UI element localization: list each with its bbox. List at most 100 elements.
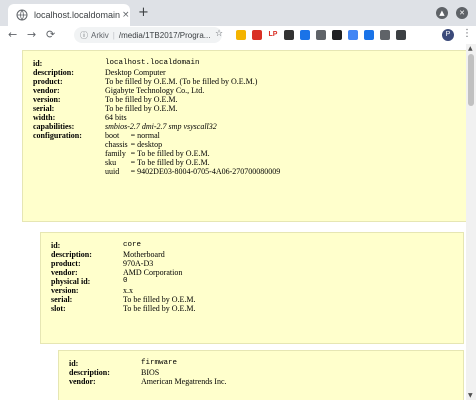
label-slot: slot:	[51, 304, 66, 313]
label-vendor: vendor:	[51, 268, 78, 277]
config-value: = desktop	[130, 140, 163, 149]
tab-localhost[interactable]: localhost.localdomain ×	[8, 4, 130, 26]
label-description: description:	[51, 250, 92, 259]
config-key: family	[105, 149, 126, 158]
forward-arrow-icon[interactable]: →	[27, 28, 36, 42]
root-description: Desktop Computer	[105, 68, 166, 77]
label-version: version:	[33, 95, 61, 104]
config-value: = To be filled by O.E.M.	[130, 149, 210, 158]
settings-ext-icon[interactable]	[396, 30, 406, 40]
globe-icon	[16, 9, 28, 21]
firmware-vendor: American Megatrends Inc.	[141, 377, 227, 386]
label-id: id:	[51, 241, 61, 250]
new-tab-button[interactable]: +	[138, 5, 149, 20]
reload-icon[interactable]: ⟳	[46, 28, 55, 42]
close-window-button[interactable]: ✕	[456, 7, 468, 19]
browser-toolbar: ← → ⟳ ⓘ Arkiv | /media/1TB2017/Progra...…	[0, 26, 476, 45]
label-capabilities: capabilities:	[33, 122, 75, 131]
tab-strip: localhost.localdomain × + ▲ ✕	[0, 0, 476, 26]
vertical-scrollbar[interactable]: ▲ ▼	[466, 44, 476, 400]
shield-icon[interactable]	[316, 30, 326, 40]
chevron-up-icon: ▲	[439, 9, 445, 17]
browser-window: localhost.localdomain × + ▲ ✕ ← → ⟳ ⓘ Ar…	[0, 0, 476, 400]
root-width: 64 bits	[105, 113, 127, 122]
node-core: id: core description: Motherboard product:…	[40, 232, 464, 344]
label-vendor: vendor:	[69, 377, 96, 386]
label-product: product:	[51, 259, 81, 268]
core-product: 970A-D3	[123, 259, 154, 268]
root-capabilities: smbios-2.7 dmi-2.7 smp vsyscall32	[105, 122, 217, 131]
close-tab-icon[interactable]: ×	[122, 10, 130, 20]
info-icon[interactable]: ⓘ	[80, 30, 88, 41]
config-key: boot	[105, 131, 120, 140]
extension-red-icon[interactable]	[252, 30, 262, 40]
label-vendor: vendor:	[33, 86, 60, 95]
lp-icon[interactable]: LP	[268, 30, 278, 40]
config-row: sku = To be filled by O.E.M.	[105, 158, 283, 167]
address-bar[interactable]: ⓘ Arkiv | /media/1TB2017/Progra...	[74, 27, 222, 43]
node-firmware: id: firmware description: BIOS vendor: Amer…	[58, 350, 464, 400]
label-id: id:	[33, 59, 43, 68]
node-core-table: id: core description: Motherboard product:…	[51, 241, 196, 313]
config-key: uuid	[105, 167, 120, 176]
config-row: boot = normal	[105, 131, 283, 140]
config-value: = 9402DE03-8004-0705-4A06-270700080009	[130, 167, 281, 176]
config-row: family = To be filled by O.E.M.	[105, 149, 283, 158]
core-description: Motherboard	[123, 250, 165, 259]
core-version: x.x	[123, 286, 133, 295]
omnibox-scheme-label: Arkiv	[91, 30, 109, 40]
config-table: boot = normal chassis = desktop family = To…	[105, 131, 283, 176]
root-version: To be filled by O.E.M.	[105, 95, 178, 104]
card-icon[interactable]	[332, 30, 342, 40]
label-product: product:	[33, 77, 63, 86]
firmware-id: firmware	[141, 359, 178, 367]
drive-icon[interactable]	[236, 30, 246, 40]
bookmark-star-icon[interactable]: ☆	[215, 29, 223, 39]
cloud-icon[interactable]	[348, 30, 358, 40]
label-id: id:	[69, 359, 79, 368]
core-serial: To be filled by O.E.M.	[123, 295, 196, 304]
omnibox-separator: |	[112, 30, 115, 40]
label-physical-id: physical id:	[51, 277, 91, 286]
config-row: uuid = 9402DE03-8004-0705-4A06-2707000800…	[105, 167, 283, 176]
root-vendor: Gigabyte Technology Co., Ltd.	[105, 86, 205, 95]
config-value: = To be filled by O.E.M.	[130, 158, 210, 167]
minimize-button[interactable]: ▲	[436, 7, 448, 19]
label-description: description:	[33, 68, 74, 77]
node-root-table: id: localhost.localdomain description: Des…	[33, 59, 283, 176]
url-text[interactable]: /media/1TB2017/Progra...	[119, 31, 211, 40]
page-viewport: id: localhost.localdomain description: Des…	[0, 44, 466, 400]
close-icon: ✕	[459, 9, 465, 17]
node-root: id: localhost.localdomain description: Des…	[22, 50, 466, 222]
firmware-description: BIOS	[141, 368, 160, 377]
scrollbar-thumb[interactable]	[468, 54, 474, 106]
x-icon[interactable]	[364, 30, 374, 40]
config-key: sku	[105, 158, 117, 167]
config-value: = normal	[130, 131, 160, 140]
bird-icon[interactable]	[284, 30, 294, 40]
pocket-icon[interactable]	[300, 30, 310, 40]
root-product: To be filled by O.E.M. (To be filled by …	[105, 77, 258, 86]
scroll-down-icon[interactable]: ▼	[468, 392, 473, 399]
root-serial: To be filled by O.E.M.	[105, 104, 178, 113]
profile-avatar[interactable]: P	[442, 29, 454, 41]
scroll-up-icon[interactable]: ▲	[468, 45, 473, 52]
puzzle-icon[interactable]	[380, 30, 390, 40]
tab-title: localhost.localdomain	[34, 10, 120, 20]
label-width: width:	[33, 113, 56, 122]
config-row: chassis = desktop	[105, 140, 283, 149]
label-configuration: configuration:	[33, 131, 82, 140]
menu-dots-icon[interactable]: ⋮	[462, 28, 472, 39]
node-firmware-table: id: firmware description: BIOS vendor: Amer…	[69, 359, 227, 386]
label-serial: serial:	[33, 104, 55, 113]
label-serial: serial:	[51, 295, 73, 304]
core-id: core	[123, 241, 142, 249]
core-physical-id: 0	[123, 277, 128, 285]
config-key: chassis	[105, 140, 128, 149]
label-description: description:	[69, 368, 110, 377]
label-version: version:	[51, 286, 79, 295]
root-id: localhost.localdomain	[105, 59, 200, 67]
core-vendor: AMD Corporation	[123, 268, 183, 277]
core-slot: To be filled by O.E.M.	[123, 304, 196, 313]
back-arrow-icon[interactable]: ←	[8, 28, 17, 42]
